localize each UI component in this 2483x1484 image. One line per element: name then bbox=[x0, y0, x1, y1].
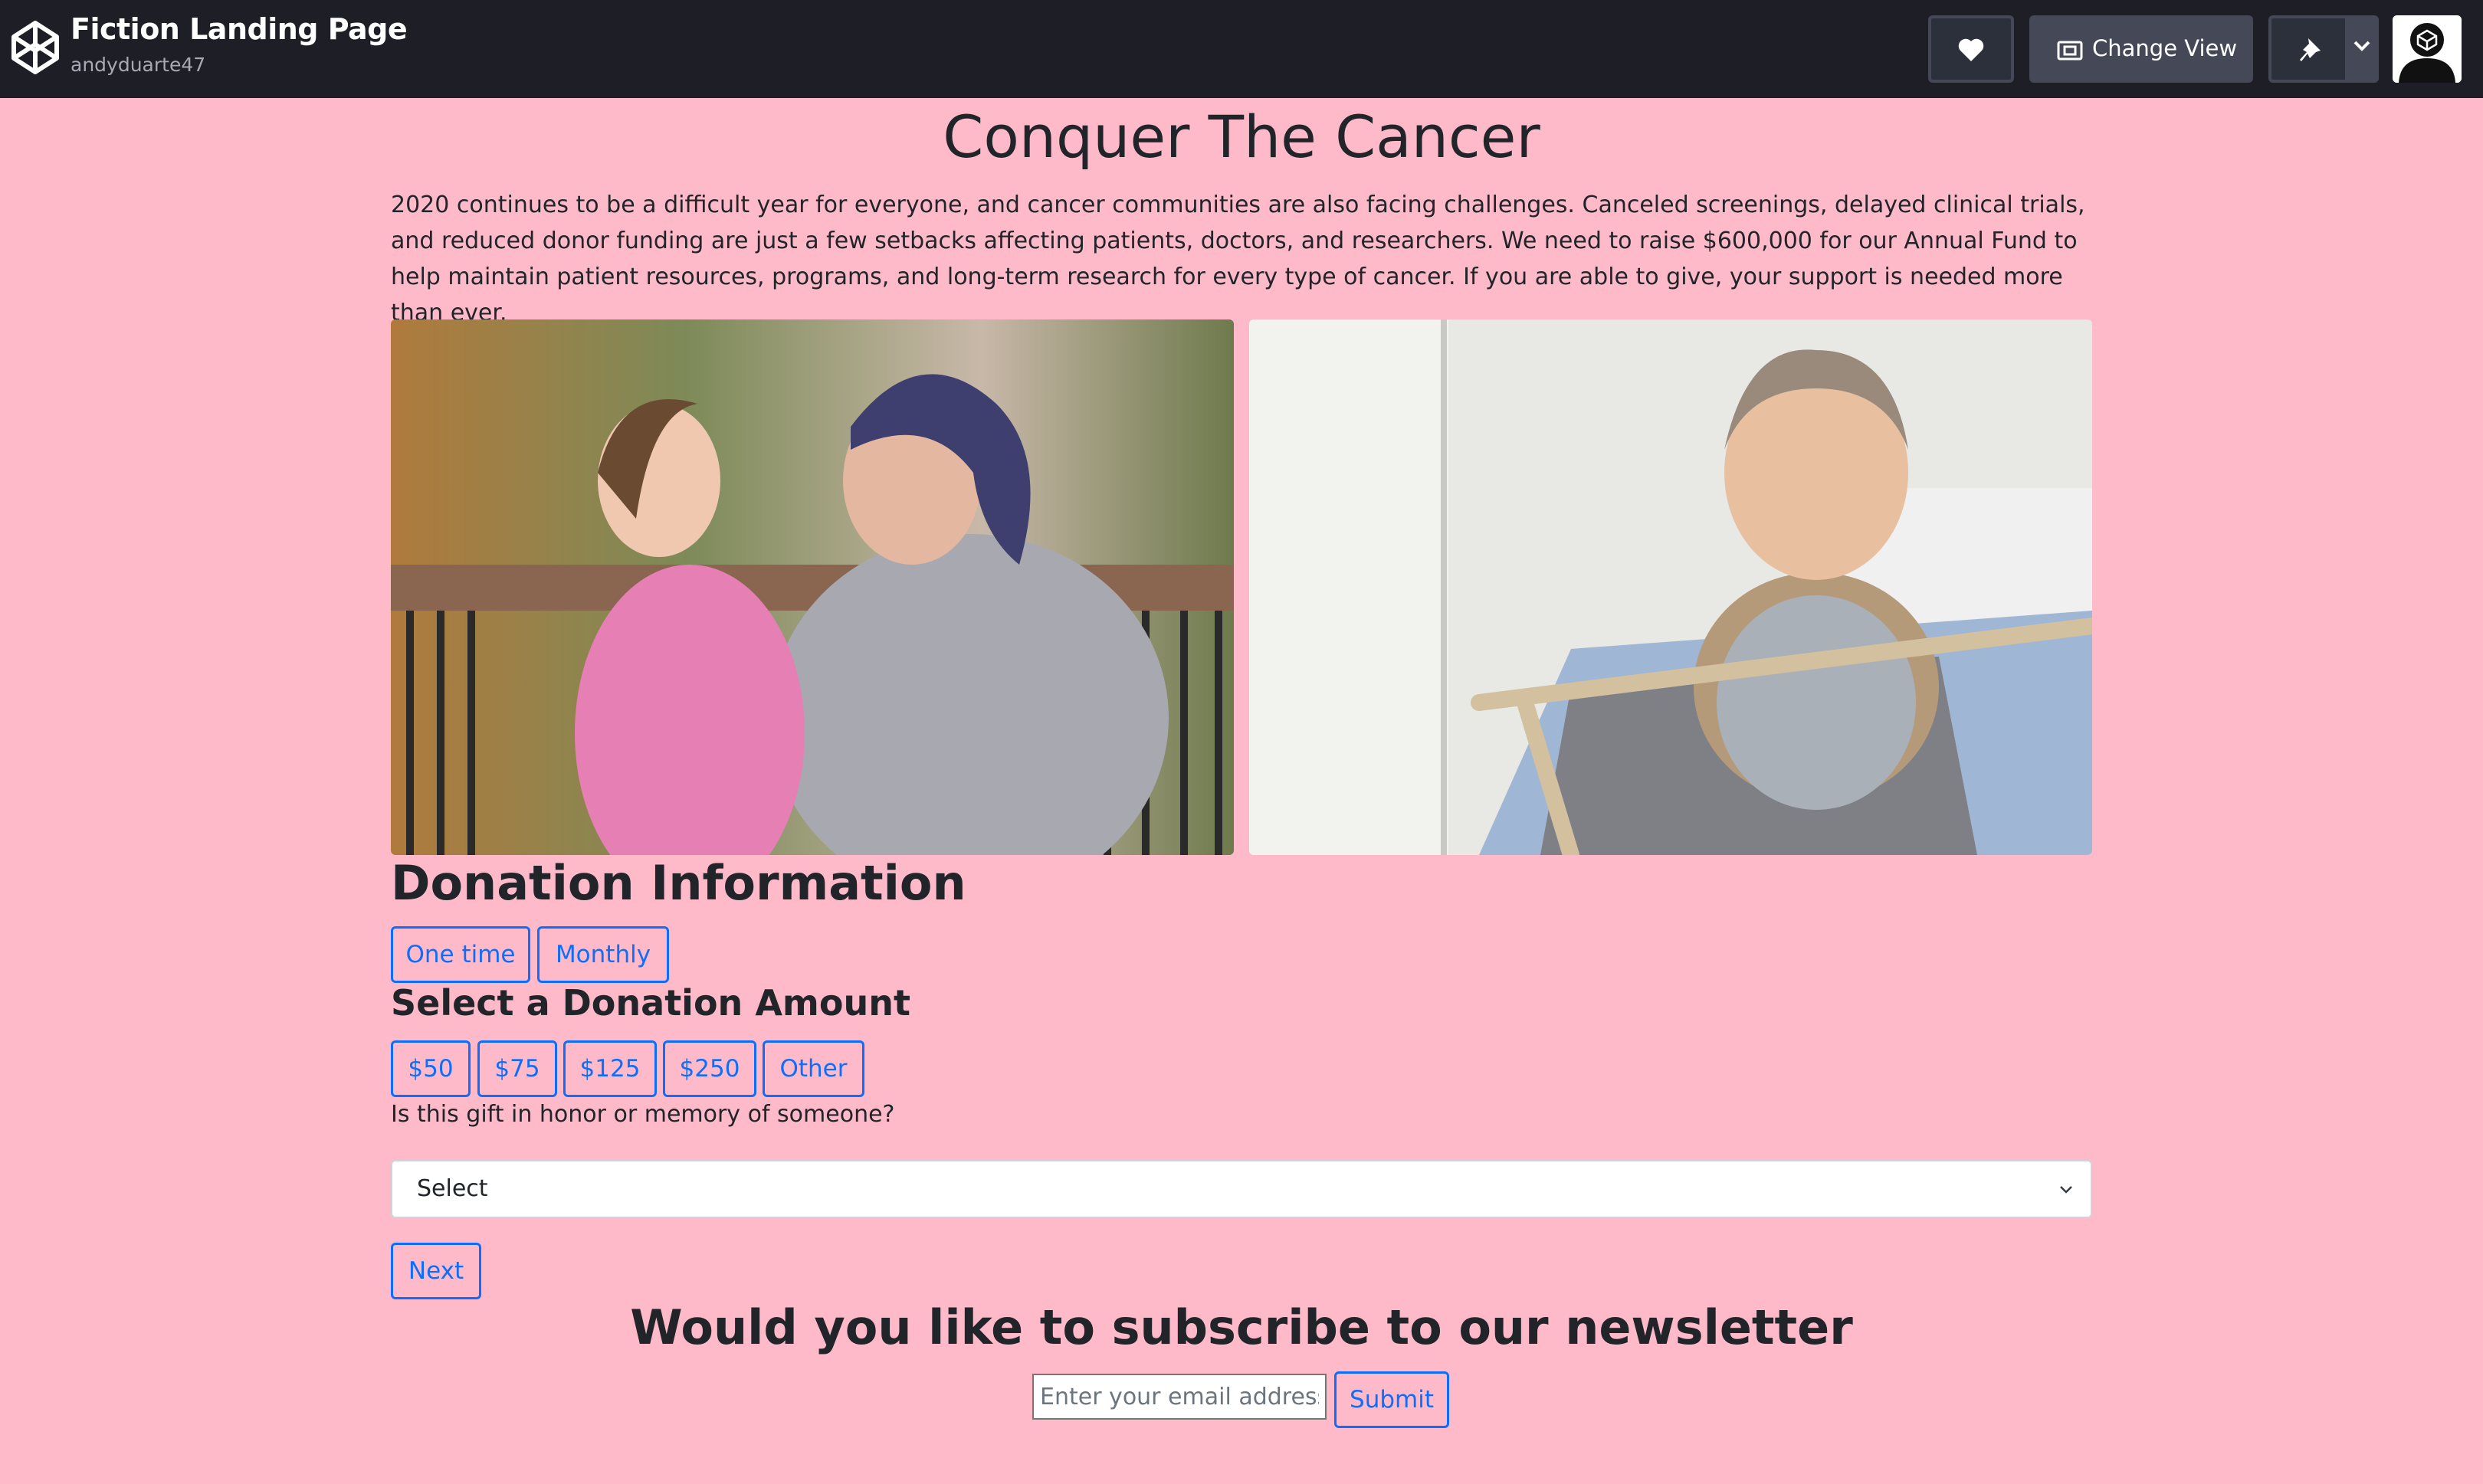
chevron-down-icon bbox=[2060, 1186, 2072, 1194]
codepen-logo-icon[interactable] bbox=[11, 20, 60, 75]
page-title: Conquer The Cancer bbox=[943, 103, 1540, 171]
pin-button-group[interactable] bbox=[2268, 15, 2379, 83]
mother-and-daughter-photo bbox=[391, 319, 1234, 855]
change-view-label: Change View bbox=[2092, 35, 2238, 61]
honor-question-label: Is this gift in honor or memory of someo… bbox=[391, 1101, 895, 1128]
newsletter-heading: Would you like to subscribe to our newsl… bbox=[630, 1299, 1853, 1355]
amount-125-button[interactable]: $125 bbox=[563, 1040, 657, 1097]
user-avatar[interactable] bbox=[2393, 15, 2462, 83]
amount-other-button[interactable]: Other bbox=[763, 1040, 864, 1097]
heart-icon bbox=[1958, 38, 1984, 61]
donation-info-heading: Donation Information bbox=[391, 855, 966, 911]
one-time-button[interactable]: One time bbox=[391, 926, 530, 983]
amount-50-button[interactable]: $50 bbox=[391, 1040, 471, 1097]
pen-title[interactable]: Fiction Landing Page bbox=[71, 12, 408, 46]
pin-options-toggle[interactable] bbox=[2345, 18, 2379, 80]
child-in-hospital-bed-photo bbox=[1249, 319, 2092, 855]
codepen-header: Fiction Landing Page andyduarte47 Change… bbox=[0, 0, 2483, 98]
amount-250-button[interactable]: $250 bbox=[663, 1040, 756, 1097]
next-button[interactable]: Next bbox=[391, 1243, 481, 1299]
intro-paragraph: 2020 continues to be a difficult year fo… bbox=[391, 192, 2085, 326]
pin-icon bbox=[2300, 38, 2321, 61]
submit-button[interactable]: Submit bbox=[1334, 1371, 1449, 1428]
monthly-button[interactable]: Monthly bbox=[537, 926, 669, 983]
pen-author[interactable]: andyduarte47 bbox=[71, 54, 205, 76]
chevron-down-icon bbox=[2353, 41, 2370, 51]
amount-75-button[interactable]: $75 bbox=[477, 1040, 557, 1097]
change-view-button[interactable]: Change View bbox=[2029, 15, 2253, 83]
honor-select[interactable]: Select bbox=[391, 1160, 2092, 1218]
donation-amount-heading: Select a Donation Amount bbox=[391, 982, 910, 1024]
email-input[interactable] bbox=[1032, 1374, 1327, 1420]
change-view-icon bbox=[2057, 41, 2083, 61]
honor-select-value: Select bbox=[417, 1175, 488, 1202]
like-button[interactable] bbox=[1928, 15, 2014, 83]
